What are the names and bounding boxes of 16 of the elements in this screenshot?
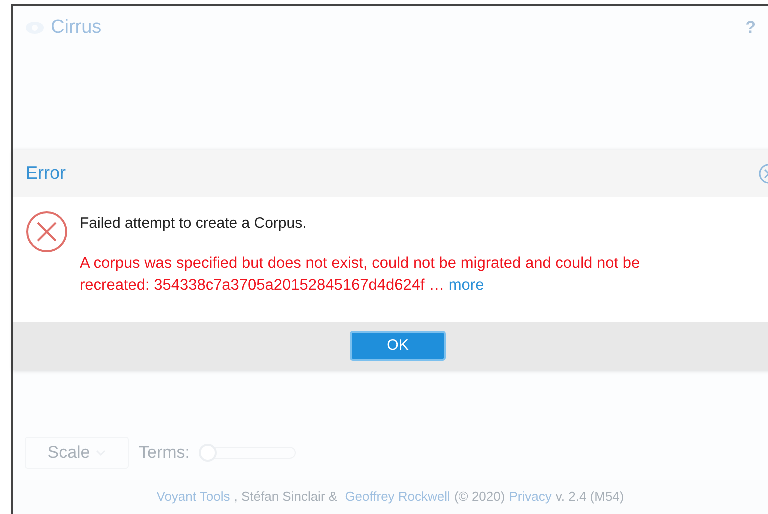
footer-text: , Stéfan Sinclair &: [234, 488, 339, 506]
panel-title: Cirrus: [51, 16, 102, 40]
footer-link[interactable]: Privacy: [509, 487, 552, 507]
dialog-title: Error: [26, 162, 66, 185]
terms-label: Terms:: [139, 442, 190, 464]
scale-button[interactable]: Scale: [25, 437, 129, 469]
footer-text: v. 2.4 (M54): [556, 488, 624, 506]
footer-link[interactable]: Geoffrey Rockwell: [345, 487, 450, 507]
more-link[interactable]: more: [448, 277, 484, 294]
error-message: Failed attempt to create a Corpus.: [80, 214, 308, 234]
ok-button[interactable]: OK: [350, 331, 446, 361]
footer-text: (© 2020): [454, 488, 506, 506]
error-detail: A corpus was specified but does not exist, could not be migrated and could not be recreated: 354338c7a3705a20152845167d4d624f … more: [80, 254, 642, 296]
help-button[interactable]: ?: [746, 15, 756, 41]
footer-link[interactable]: Voyant Tools: [156, 487, 230, 507]
error-icon: [26, 211, 68, 253]
